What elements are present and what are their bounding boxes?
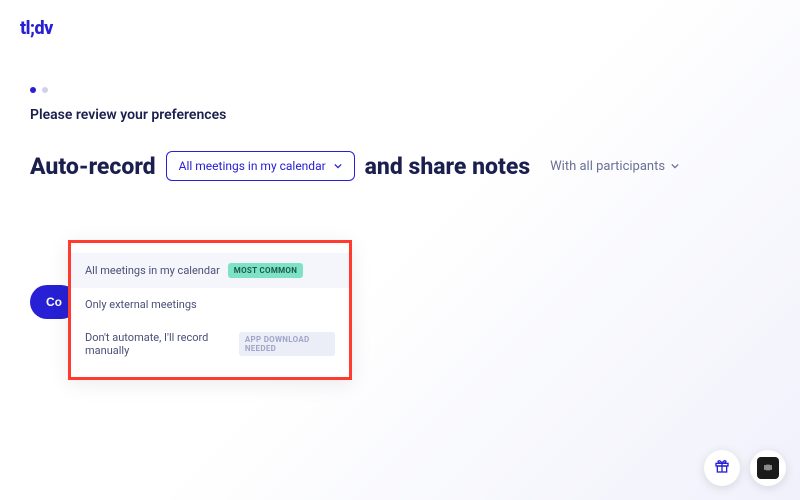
share-dropdown-trigger[interactable]: With all participants [540, 159, 679, 174]
page-subtitle: Please review your preferences [30, 107, 770, 123]
step-dot-2 [42, 87, 48, 93]
floating-actions [704, 450, 786, 486]
app-download-badge: APP DOWNLOAD NEEDED [239, 332, 335, 356]
header: tl;dv [0, 0, 800, 57]
gift-button[interactable] [704, 450, 740, 486]
intercom-button[interactable] [750, 450, 786, 486]
dropdown-option-manual[interactable]: Don't automate, I'll record manually APP… [71, 321, 349, 367]
main-content: Please review your preferences Auto-reco… [0, 87, 800, 181]
sentence-part2: and share notes [365, 153, 530, 180]
step-dot-1 [30, 87, 36, 93]
record-dropdown-trigger[interactable]: All meetings in my calendar [166, 151, 355, 181]
dropdown-option-label: Don't automate, I'll record manually [85, 331, 231, 357]
chevron-down-icon [334, 162, 342, 170]
gift-icon [714, 458, 730, 478]
dropdown-option-label: Only external meetings [85, 298, 197, 311]
logo: tl;dv [20, 18, 780, 39]
intercom-icon [757, 457, 779, 479]
sentence-part1: Auto-record [30, 153, 156, 180]
stepper [30, 87, 770, 93]
most-common-badge: MOST COMMON [228, 263, 303, 278]
dropdown-option-label: All meetings in my calendar [85, 264, 220, 277]
record-dropdown-panel: All meetings in my calendar MOST COMMON … [68, 240, 352, 380]
preference-sentence: Auto-record All meetings in my calendar … [30, 151, 770, 181]
share-dropdown-value: With all participants [550, 159, 665, 174]
record-dropdown-value: All meetings in my calendar [179, 159, 326, 173]
chevron-down-icon [671, 162, 679, 170]
dropdown-option-all-meetings[interactable]: All meetings in my calendar MOST COMMON [71, 253, 349, 288]
dropdown-option-external[interactable]: Only external meetings [71, 288, 349, 321]
